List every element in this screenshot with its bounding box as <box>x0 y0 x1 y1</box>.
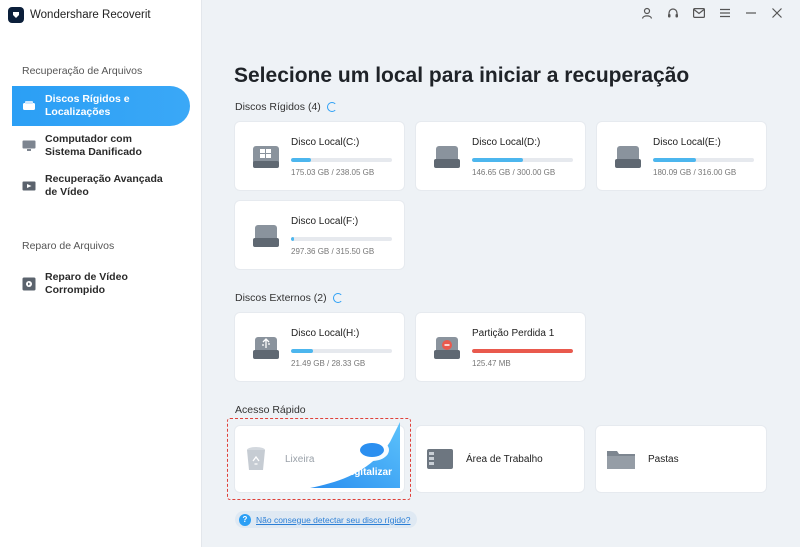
drive-name: Partição Perdida 1 <box>472 328 555 339</box>
sidebar-item-label: Recuperação Avançada de Vídeo <box>45 173 163 198</box>
hard-disks-title: Discos Rígidos (4) <box>235 101 321 113</box>
usage-bar <box>472 349 573 353</box>
sidebar-item-hard-drives[interactable]: Discos Rígidos e Localizações <box>12 86 190 126</box>
quick-access-title: Acesso Rápido <box>235 404 306 416</box>
video-icon <box>22 179 36 193</box>
desktop-card[interactable]: Área de Trabalho <box>416 426 584 492</box>
minimize-icon <box>746 12 756 14</box>
hard-drive-icon <box>253 225 279 247</box>
windows-drive-icon <box>253 146 279 168</box>
section-file-repair: Reparo de Arquivos <box>22 240 115 252</box>
hard-disks-header: Discos Rígidos (4) <box>235 101 337 113</box>
usage-bar <box>291 349 392 353</box>
video-repair-icon <box>22 277 36 291</box>
help-link-text: Não consegue detectar seu disco rígido? <box>256 514 411 525</box>
hard-drive-icon <box>22 99 36 113</box>
close-icon <box>772 8 782 18</box>
drive-size: 180.09 GB / 316.00 GB <box>653 168 737 177</box>
user-icon <box>641 7 653 19</box>
refresh-icon[interactable] <box>326 102 337 112</box>
app-title-bar: Wondershare Recoverit <box>8 6 151 24</box>
folder-icon <box>607 451 635 469</box>
drive-size: 175.03 GB / 238.05 GB <box>291 168 375 177</box>
sidebar-item-label: Discos Rígidos e Localizações <box>45 93 130 118</box>
usage-bar <box>291 158 392 162</box>
refresh-icon[interactable] <box>332 293 343 303</box>
drive-size: 297.36 GB / 315.50 GB <box>291 247 375 256</box>
page-title: Selecione um local para iniciar a recupe… <box>234 64 690 87</box>
drive-not-detected-link[interactable]: ? Não consegue detectar seu disco rígido… <box>235 511 417 528</box>
usage-bar-fill <box>472 349 573 353</box>
drive-name: Disco Local(C:) <box>291 137 360 148</box>
usage-bar-fill <box>653 158 697 162</box>
desktop-icon <box>427 449 453 469</box>
window-controls <box>634 4 790 22</box>
usage-bar <box>291 237 392 241</box>
sidebar-item-label: Reparo de Vídeo Corrompido <box>45 271 128 296</box>
menu-icon <box>720 8 730 18</box>
lost-partition-icon <box>434 337 460 359</box>
drive-card-d[interactable]: Disco Local(D:) 146.65 GB / 300.00 GB <box>416 122 585 190</box>
highlight-box <box>227 418 411 500</box>
usage-bar-fill <box>472 158 523 162</box>
question-icon: ? <box>239 513 251 526</box>
drive-name: Disco Local(E:) <box>653 137 721 148</box>
menu-button[interactable] <box>712 4 738 22</box>
drive-card-h[interactable]: Disco Local(H:) 21.49 GB / 28.33 GB <box>235 313 404 381</box>
drive-card-lost-partition[interactable]: Partição Perdida 1 125.47 MB <box>416 313 585 381</box>
recoverit-logo-icon <box>8 7 24 23</box>
account-button[interactable] <box>634 4 660 22</box>
app-name: Wondershare Recoverit <box>30 9 151 21</box>
monitor-icon <box>22 139 36 153</box>
desktop-label: Área de Trabalho <box>466 453 543 465</box>
drive-name: Disco Local(F:) <box>291 216 359 227</box>
mail-icon <box>693 8 705 18</box>
folders-card[interactable]: Pastas <box>596 426 766 492</box>
sidebar-item-video-repair[interactable]: Reparo de Vídeo Corrompido <box>12 264 190 304</box>
folders-label: Pastas <box>648 453 679 465</box>
hard-drive-icon <box>434 146 460 168</box>
drive-card-e[interactable]: Disco Local(E:) 180.09 GB / 316.00 GB <box>597 122 766 190</box>
headset-icon <box>668 8 678 18</box>
drive-size: 125.47 MB <box>472 359 511 368</box>
sidebar-item-label: Computador com Sistema Danificado <box>45 133 142 158</box>
drive-card-f[interactable]: Disco Local(F:) 297.36 GB / 315.50 GB <box>235 201 404 269</box>
usage-bar <box>653 158 754 162</box>
drive-size: 146.65 GB / 300.00 GB <box>472 168 556 177</box>
sidebar: Wondershare Recoverit Recuperação de Arq… <box>0 0 202 547</box>
external-disks-title: Discos Externos (2) <box>235 292 327 304</box>
minimize-button[interactable] <box>738 4 764 22</box>
support-button[interactable] <box>660 4 686 22</box>
sidebar-item-crashed-computer[interactable]: Computador com Sistema Danificado <box>12 126 190 166</box>
usage-bar <box>472 158 573 162</box>
drive-name: Disco Local(D:) <box>472 137 541 148</box>
usb-drive-icon <box>253 337 279 359</box>
drive-card-c[interactable]: Disco Local(C:) 175.03 GB / 238.05 GB <box>235 122 404 190</box>
usage-bar-fill <box>291 237 295 241</box>
message-button[interactable] <box>686 4 712 22</box>
usage-bar-fill <box>291 349 314 353</box>
usage-bar-fill <box>291 158 312 162</box>
close-button[interactable] <box>764 4 790 22</box>
hard-drive-icon <box>615 146 641 168</box>
drive-name: Disco Local(H:) <box>291 328 360 339</box>
drive-size: 21.49 GB / 28.33 GB <box>291 359 366 368</box>
section-file-recovery: Recuperação de Arquivos <box>22 65 143 77</box>
external-disks-header: Discos Externos (2) <box>235 292 343 304</box>
sidebar-item-advanced-video[interactable]: Recuperação Avançada de Vídeo <box>12 166 190 206</box>
